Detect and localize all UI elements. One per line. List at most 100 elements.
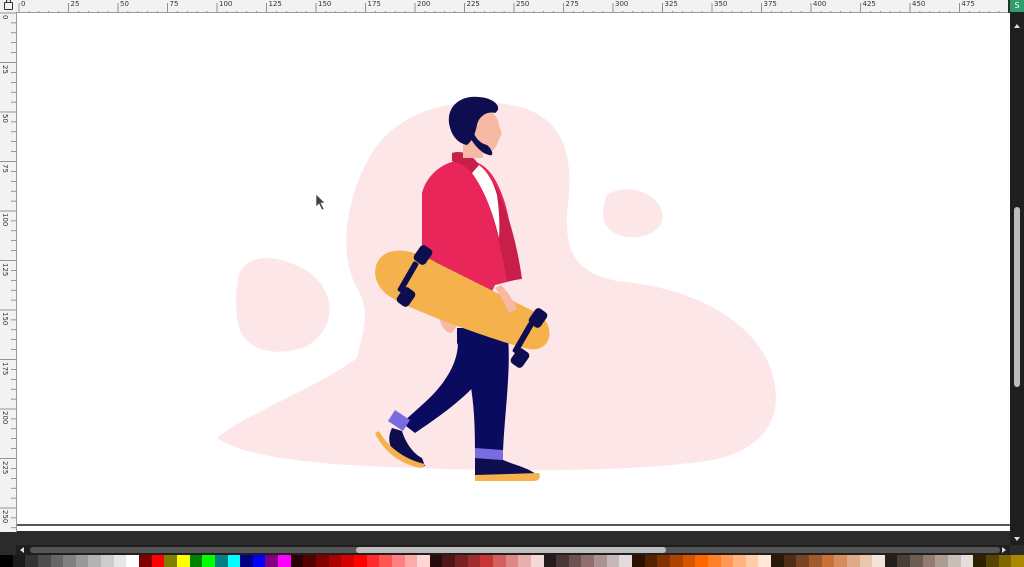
palette-swatch[interactable] [530,555,544,567]
palette-swatch[interactable] [581,555,595,567]
vertical-ruler[interactable]: 0 25 50 75 100 125 150 175 200 225 250 [0,12,17,532]
palette-swatch[interactable] [758,555,772,567]
background-blob-small-right[interactable] [602,189,663,238]
palette-swatch[interactable] [796,555,809,567]
vertical-scroll-thumb[interactable] [1014,207,1020,387]
palette-swatch[interactable] [872,555,885,567]
palette-swatch[interactable] [897,555,911,567]
palette-swatch[interactable] [290,555,304,567]
palette-swatch[interactable] [442,555,456,567]
palette-swatch[interactable] [366,555,380,567]
palette-swatch[interactable] [492,555,506,567]
palette-swatch[interactable] [101,555,114,567]
palette-swatch[interactable] [821,555,835,567]
palette-swatch[interactable] [50,555,64,567]
scroll-right-icon[interactable] [1002,547,1006,553]
palette-swatch[interactable] [935,555,949,567]
palette-swatch[interactable] [556,555,569,567]
palette-swatch[interactable] [37,555,51,567]
horizontal-scroll-thumb[interactable] [356,547,666,553]
palette-swatch[interactable] [505,555,519,567]
palette-swatch[interactable] [189,555,203,567]
palette-swatch[interactable] [771,555,784,567]
palette-swatch[interactable] [733,555,746,567]
palette-swatch[interactable] [1011,555,1024,567]
drawing-canvas[interactable] [17,13,1010,531]
palette-swatch[interactable] [316,555,329,567]
palette-swatch[interactable] [809,555,822,567]
palette-swatch[interactable] [353,555,367,567]
palette-swatch[interactable] [240,555,253,567]
palette-swatch[interactable] [960,555,974,567]
palette-swatch[interactable] [669,555,683,567]
palette-swatch[interactable] [518,555,531,567]
palette-swatch[interactable] [455,555,468,567]
palette-swatch[interactable] [391,555,405,567]
palette-swatch[interactable] [303,555,317,567]
palette-swatch[interactable] [480,555,493,567]
palette-swatch[interactable] [151,555,165,567]
palette-swatch[interactable] [379,555,392,567]
palette-swatch[interactable] [25,555,38,567]
palette-swatch[interactable] [341,555,354,567]
scroll-left-icon[interactable] [20,547,24,553]
palette-swatch[interactable] [644,555,658,567]
background-blob-small-left[interactable] [236,257,330,352]
palette-swatch[interactable] [594,555,607,567]
vertical-scrollbar[interactable] [1010,12,1024,545]
palette-swatch[interactable] [75,555,89,567]
palette-swatch[interactable] [543,555,557,567]
palette-swatch[interactable] [606,555,620,567]
palette-swatch[interactable] [682,555,696,567]
palette-swatch[interactable] [998,555,1012,567]
horizontal-ruler[interactable]: 0 25 50 75 100 125 150 175 200 225 250 275 300 325 350… [16,0,1008,13]
palette-swatch[interactable] [619,555,633,567]
ruler-label: 400 [813,0,827,8]
palette-swatch[interactable] [126,555,140,567]
ruler-corner[interactable] [0,0,16,12]
palette-swatch[interactable] [265,555,279,567]
palette-swatch[interactable] [859,555,873,567]
palette-swatch[interactable] [214,555,228,567]
color-palette[interactable] [0,555,1024,567]
palette-swatch[interactable] [695,555,708,567]
palette-swatch[interactable] [568,555,582,567]
lock-icon[interactable] [4,0,13,10]
palette-swatch[interactable] [467,555,481,567]
palette-swatch[interactable] [632,555,645,567]
palette-swatch[interactable] [910,555,923,567]
palette-swatch[interactable] [973,555,986,567]
palette-swatch[interactable] [404,555,418,567]
palette-swatch[interactable] [278,555,291,567]
palette-swatch[interactable] [12,555,26,567]
palette-swatch[interactable] [139,555,152,567]
ruler-label: 175 [1,361,9,375]
palette-swatch[interactable] [846,555,860,567]
palette-swatch[interactable] [948,555,961,567]
horizontal-scrollbar[interactable] [16,545,1010,555]
palette-swatch[interactable] [922,555,936,567]
palette-swatch[interactable] [884,555,898,567]
palette-swatch[interactable] [657,555,670,567]
scroll-up-icon[interactable] [1014,24,1020,28]
palette-swatch[interactable] [252,555,266,567]
palette-swatch[interactable] [0,555,13,567]
palette-swatch[interactable] [720,555,734,567]
palette-swatch[interactable] [176,555,190,567]
palette-swatch[interactable] [985,555,999,567]
palette-swatch[interactable] [113,555,127,567]
palette-swatch[interactable] [783,555,797,567]
palette-swatch[interactable] [88,555,102,567]
palette-swatch[interactable] [417,555,430,567]
palette-swatch[interactable] [202,555,215,567]
palette-swatch[interactable] [834,555,847,567]
scroll-down-icon[interactable] [1014,537,1020,541]
palette-swatch[interactable] [227,555,241,567]
palette-swatch[interactable] [429,555,443,567]
snap-toggle-button[interactable]: S [1010,0,1024,12]
palette-swatch[interactable] [707,555,721,567]
palette-swatch[interactable] [164,555,177,567]
palette-swatch[interactable] [328,555,342,567]
palette-swatch[interactable] [63,555,76,567]
palette-swatch[interactable] [745,555,759,567]
